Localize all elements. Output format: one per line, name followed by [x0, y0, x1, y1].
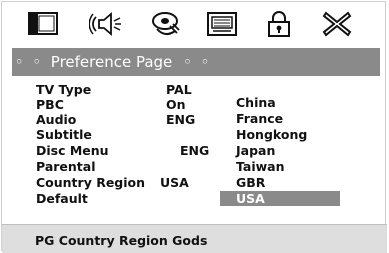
option-france[interactable]: France	[220, 111, 340, 126]
setting-label: Parental	[36, 159, 96, 174]
dvd-setup-menu: ◦ ◦ Preference Page ◦ ◦ TV Type PAL PBC …	[1, 1, 387, 253]
setting-label: PBC	[36, 97, 64, 112]
page-title-label: Preference Page	[50, 53, 173, 71]
setting-label: TV Type	[36, 82, 92, 97]
option-hongkong[interactable]: Hongkong	[220, 127, 340, 142]
setting-country-region[interactable]: Country Region USA	[36, 175, 218, 190]
setting-tv-type[interactable]: TV Type PAL	[36, 82, 216, 97]
status-text: PG Country Region Gods	[35, 233, 208, 248]
setting-label: Subtitle	[36, 127, 92, 142]
speaker-audio-icon[interactable]	[89, 9, 123, 39]
lock-icon[interactable]	[262, 9, 296, 39]
setting-label: Country Region	[36, 175, 146, 190]
option-japan[interactable]: Japan	[220, 143, 340, 158]
setting-label: Disc Menu	[36, 143, 109, 158]
settings-list: TV Type PAL PBC On Audio ENG Subtitle Di…	[36, 82, 381, 222]
setting-value: ENG	[166, 112, 196, 127]
setting-value: ENG	[180, 143, 210, 158]
page-title-bar: ◦ ◦ Preference Page ◦ ◦	[12, 48, 380, 76]
video-screen-icon[interactable]	[205, 9, 239, 39]
setting-parental[interactable]: Parental	[36, 159, 216, 174]
title-dots-right: ◦ ◦	[183, 53, 212, 71]
setting-audio[interactable]: Audio ENG	[36, 112, 216, 127]
close-exit-icon[interactable]	[320, 9, 354, 39]
setting-value: PAL	[166, 82, 192, 97]
option-china[interactable]: China	[220, 95, 340, 110]
setting-pbc[interactable]: PBC On	[36, 97, 216, 112]
setting-label: Default	[36, 191, 88, 206]
page-title: ◦ ◦ Preference Page ◦ ◦	[12, 52, 380, 72]
status-bar: PG Country Region Gods	[2, 224, 387, 253]
toolbar	[2, 2, 387, 44]
setting-default[interactable]: Default	[36, 191, 216, 206]
dolby-disc-icon[interactable]	[148, 9, 182, 39]
setting-disc-menu[interactable]: Disc Menu ENG	[36, 143, 216, 158]
option-taiwan[interactable]: Taiwan	[220, 159, 340, 174]
option-gbr[interactable]: GBR	[220, 175, 340, 190]
option-usa-selected[interactable]: USA	[220, 191, 340, 206]
tv-display-icon[interactable]	[26, 9, 60, 39]
setting-subtitle[interactable]: Subtitle	[36, 127, 216, 142]
setting-label: Audio	[36, 112, 77, 127]
setting-value: On	[166, 97, 186, 112]
setting-value: USA	[160, 175, 189, 190]
title-dots-left: ◦ ◦	[14, 53, 44, 71]
